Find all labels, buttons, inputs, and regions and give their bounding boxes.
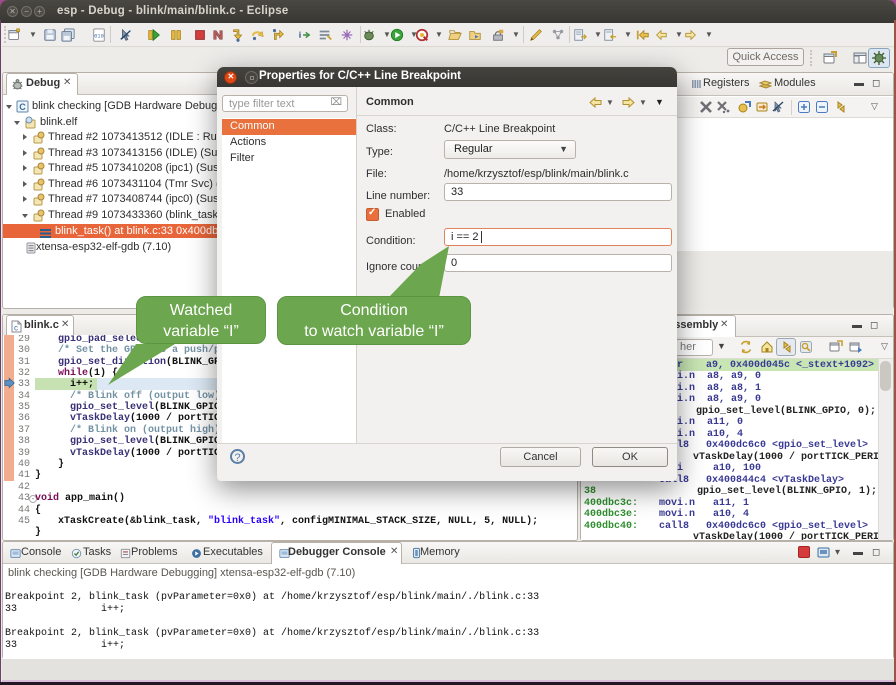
svg-text:C: C bbox=[19, 102, 26, 112]
svg-text:c: c bbox=[14, 324, 18, 333]
svg-text:010: 010 bbox=[94, 34, 103, 40]
svg-text:i: i bbox=[299, 30, 302, 40]
